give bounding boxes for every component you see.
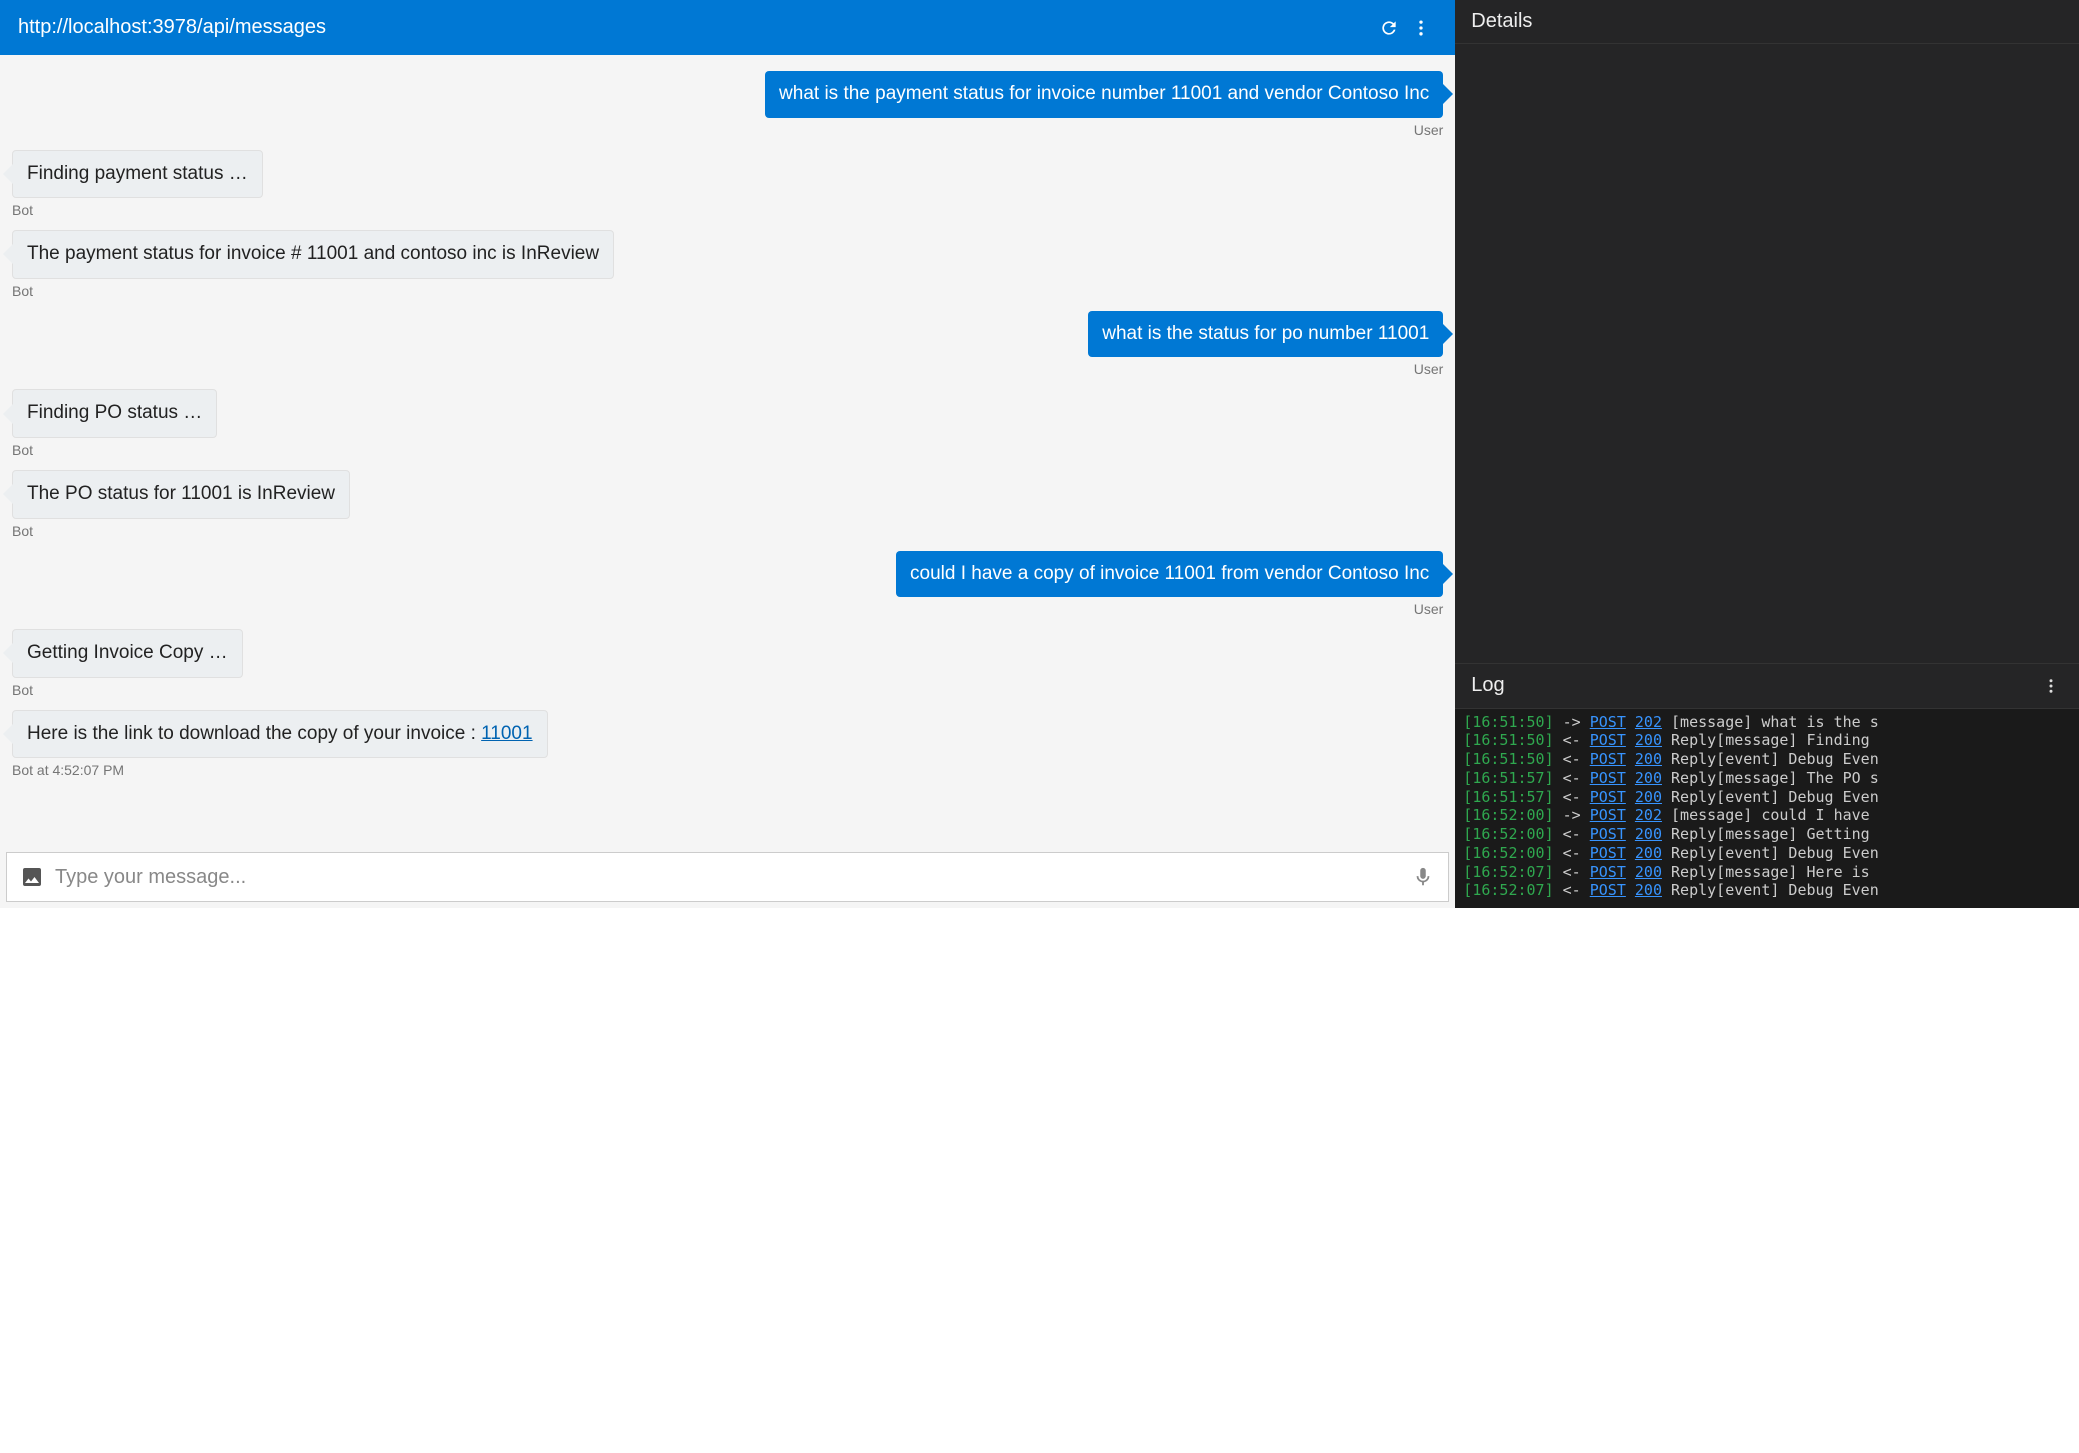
message-sender-label: User bbox=[1414, 601, 1444, 617]
message-bubble: could I have a copy of invoice 11001 fro… bbox=[896, 551, 1443, 598]
details-body bbox=[1455, 44, 2079, 663]
chat-header: http://localhost:3978/api/messages bbox=[0, 0, 1455, 55]
message-sender-label: Bot bbox=[12, 202, 33, 218]
message-sender-label: Bot bbox=[12, 442, 33, 458]
message-bubble: what is the payment status for invoice n… bbox=[765, 71, 1443, 118]
log-title: Log bbox=[1471, 674, 1504, 697]
log-line: [16:52:00] -> POST 202 [message] could I… bbox=[1463, 806, 2071, 825]
more-vertical-icon bbox=[1411, 18, 1431, 38]
log-line: [16:51:50] <- POST 200 Reply[event] Debu… bbox=[1463, 750, 2071, 769]
message-sender-label: Bot bbox=[12, 523, 33, 539]
message-bubble: Finding payment status … bbox=[12, 150, 263, 199]
message-sender-label: User bbox=[1414, 361, 1444, 377]
invoice-link[interactable]: 11001 bbox=[481, 723, 532, 744]
bot-message: The payment status for invoice # 11001 a… bbox=[12, 230, 1443, 299]
message-sender-label: Bot bbox=[12, 283, 33, 299]
message-bubble: Getting Invoice Copy … bbox=[12, 629, 243, 678]
refresh-icon bbox=[1379, 18, 1399, 38]
log-area: Log [16:51:50] -> POST 202 [message] wha… bbox=[1455, 663, 2079, 909]
user-message: could I have a copy of invoice 11001 fro… bbox=[12, 551, 1443, 618]
log-header: Log bbox=[1455, 664, 2079, 709]
log-line: [16:51:50] -> POST 202 [message] what is… bbox=[1463, 713, 2071, 732]
bot-message: Here is the link to download the copy of… bbox=[12, 710, 1443, 779]
details-title: Details bbox=[1471, 10, 1532, 33]
composer bbox=[6, 852, 1449, 902]
log-line: [16:52:07] <- POST 200 Reply[event] Debu… bbox=[1463, 881, 2071, 900]
refresh-button[interactable] bbox=[1373, 12, 1405, 44]
chat-pane: http://localhost:3978/api/messages what … bbox=[0, 0, 1455, 908]
message-list[interactable]: what is the payment status for invoice n… bbox=[0, 55, 1455, 846]
details-header: Details bbox=[1455, 0, 2079, 44]
log-line: [16:52:07] <- POST 200 Reply[message] He… bbox=[1463, 863, 2071, 882]
attach-image-button[interactable] bbox=[17, 862, 47, 892]
side-pane: Details Log [16:51:50] -> POST 202 [mess… bbox=[1455, 0, 2079, 908]
more-menu-button[interactable] bbox=[1405, 12, 1437, 44]
message-input[interactable] bbox=[47, 862, 1408, 893]
log-body[interactable]: [16:51:50] -> POST 202 [message] what is… bbox=[1455, 709, 2079, 909]
bot-message: Finding payment status … Bot bbox=[12, 150, 1443, 219]
message-bubble: Finding PO status … bbox=[12, 389, 217, 438]
log-line: [16:52:00] <- POST 200 Reply[event] Debu… bbox=[1463, 844, 2071, 863]
more-vertical-icon bbox=[2042, 677, 2060, 695]
bot-message: The PO status for 11001 is InReview Bot bbox=[12, 470, 1443, 539]
log-line: [16:51:57] <- POST 200 Reply[event] Debu… bbox=[1463, 788, 2071, 807]
message-bubble: The payment status for invoice # 11001 a… bbox=[12, 230, 614, 279]
message-bubble: what is the status for po number 11001 bbox=[1088, 311, 1443, 358]
bot-message: Finding PO status … Bot bbox=[12, 389, 1443, 458]
message-sender-label: Bot bbox=[12, 682, 33, 698]
endpoint-url: http://localhost:3978/api/messages bbox=[18, 16, 1373, 39]
message-bubble: The PO status for 11001 is InReview bbox=[12, 470, 350, 519]
user-message: what is the payment status for invoice n… bbox=[12, 71, 1443, 138]
bot-message: Getting Invoice Copy … Bot bbox=[12, 629, 1443, 698]
microphone-icon bbox=[1412, 866, 1434, 888]
log-menu-button[interactable] bbox=[2039, 674, 2063, 698]
log-line: [16:52:00] <- POST 200 Reply[message] Ge… bbox=[1463, 825, 2071, 844]
message-bubble: Here is the link to download the copy of… bbox=[12, 710, 548, 759]
log-line: [16:51:57] <- POST 200 Reply[message] Th… bbox=[1463, 769, 2071, 788]
image-icon bbox=[20, 865, 44, 889]
user-message: what is the status for po number 11001 Us… bbox=[12, 311, 1443, 378]
log-line: [16:51:50] <- POST 200 Reply[message] Fi… bbox=[1463, 731, 2071, 750]
mic-button[interactable] bbox=[1408, 862, 1438, 892]
message-sender-label: Bot at 4:52:07 PM bbox=[12, 762, 124, 778]
message-sender-label: User bbox=[1414, 122, 1444, 138]
